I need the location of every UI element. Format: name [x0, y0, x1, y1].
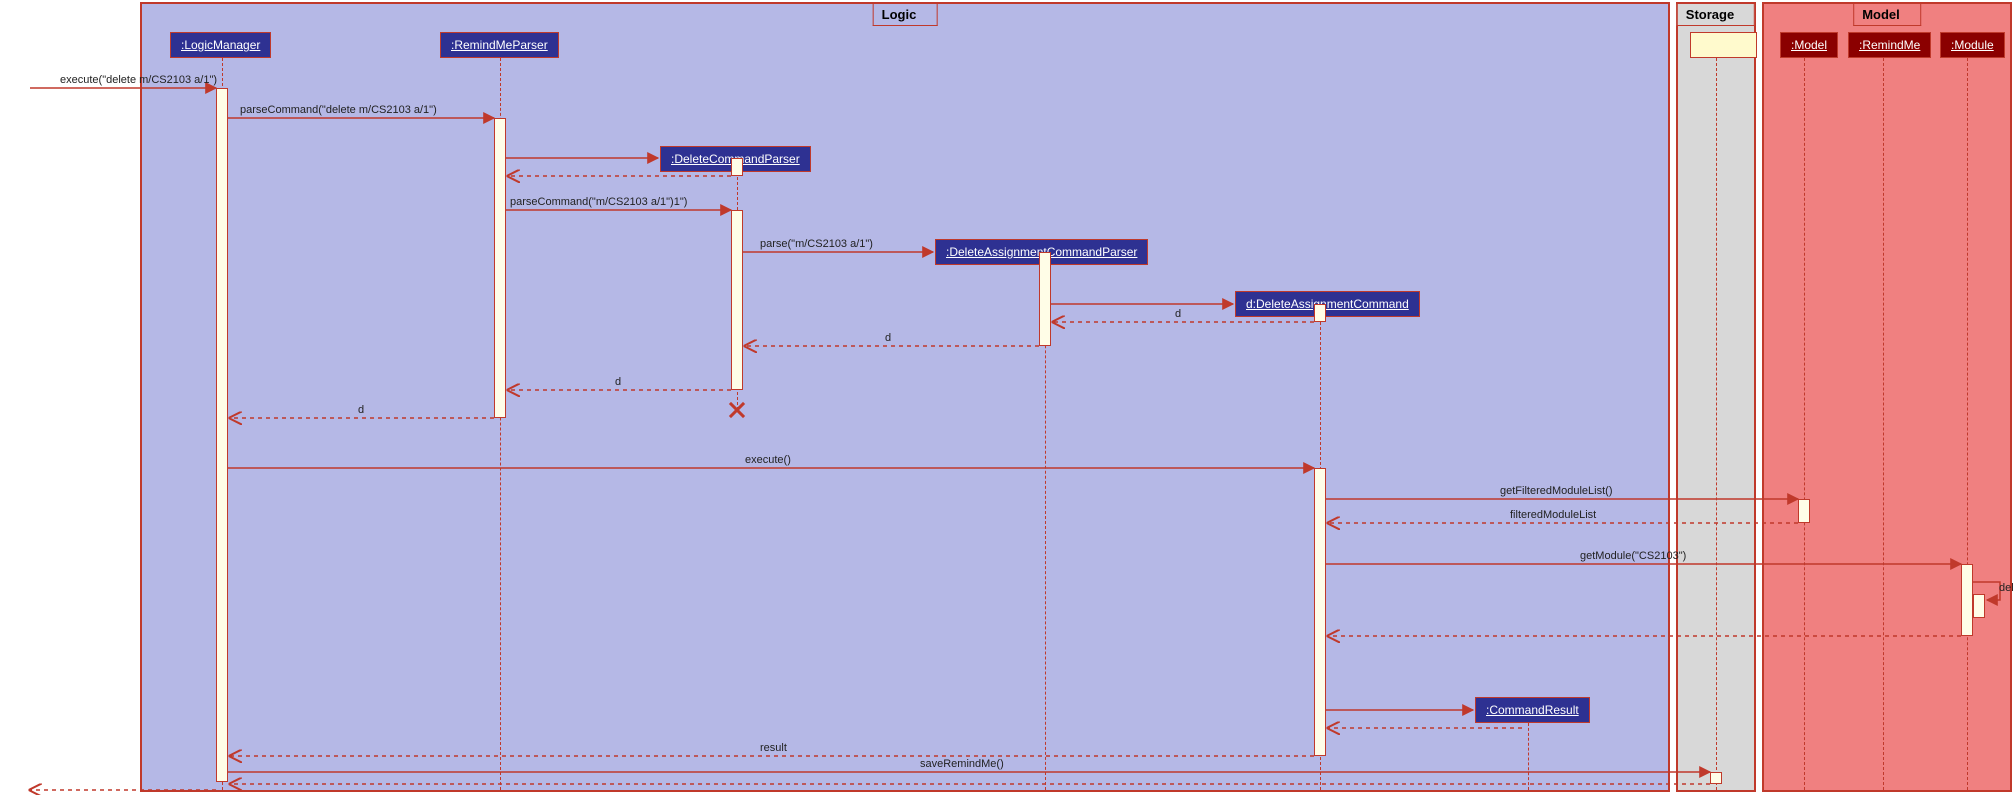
- frame-storage-title: Storage: [1677, 4, 1755, 26]
- act-delassignparser: [1039, 252, 1051, 346]
- lifeline-module: [1967, 58, 1968, 790]
- msg-d-4: d: [358, 404, 364, 416]
- head-deleteassigncmd: d:DeleteAssignmentCommand: [1235, 291, 1420, 317]
- msg-parse: parse("m/CS2103 a/1"): [760, 238, 873, 250]
- act-module: [1961, 564, 1973, 636]
- msg-execute: execute(): [745, 454, 791, 466]
- frame-logic: Logic: [140, 2, 1670, 792]
- lifeline-storage: [1716, 58, 1717, 790]
- head-module: :Module: [1940, 32, 2005, 58]
- frame-logic-title: Logic: [873, 4, 938, 26]
- msg-result: result: [760, 742, 787, 754]
- head-remindme: :RemindMe: [1848, 32, 1931, 58]
- head-commandresult: :CommandResult: [1475, 697, 1590, 723]
- lifeline-model: [1804, 58, 1805, 790]
- msg-getmodule: getModule("CS2103"): [1580, 550, 1686, 562]
- act-delassigncmd-2: [1314, 468, 1326, 756]
- msg-execute-in: execute("delete m/CS2103 a/1"): [60, 74, 217, 86]
- msg-filteredmodulelist: filteredModuleList: [1510, 509, 1596, 521]
- frame-model-title: Model: [1853, 4, 1921, 26]
- act-delcmdparser-1: [731, 158, 743, 176]
- head-logicmanager: :LogicManager: [170, 32, 271, 58]
- act-model: [1798, 499, 1810, 523]
- msg-parsecommand-2: parseCommand("m/CS2103 a/1")1"): [510, 196, 687, 208]
- act-module-self: [1973, 594, 1985, 618]
- act-delcmdparser-2: [731, 210, 743, 390]
- act-storage: [1710, 772, 1722, 784]
- lifeline-cmdresult: [1528, 723, 1529, 790]
- msg-saveremindme: saveRemindMe(): [920, 758, 1004, 770]
- msg-d-2: d: [885, 332, 891, 344]
- lifeline-remindme: [1883, 58, 1884, 790]
- msg-d-1: d: [1175, 308, 1181, 320]
- frame-model: Model: [1762, 2, 2012, 792]
- msg-d-3: d: [615, 376, 621, 388]
- head-model: :Model: [1780, 32, 1838, 58]
- act-logicmanager: [216, 88, 228, 782]
- msg-deleteassignment-real: deleteAssignment(1): [1999, 582, 2014, 594]
- act-delassigncmd-1: [1314, 304, 1326, 322]
- head-remindmeparser: :RemindMeParser: [440, 32, 559, 58]
- msg-parsecommand-1: parseCommand("delete m/CS2103 a/1"): [240, 104, 437, 116]
- msg-getfilteredmodulelist: getFilteredModuleList(): [1500, 485, 1613, 497]
- head-storage: :Storage: [1690, 32, 1757, 58]
- destroy-delcmdparser: [727, 400, 747, 420]
- act-remindmeparser: [494, 118, 506, 418]
